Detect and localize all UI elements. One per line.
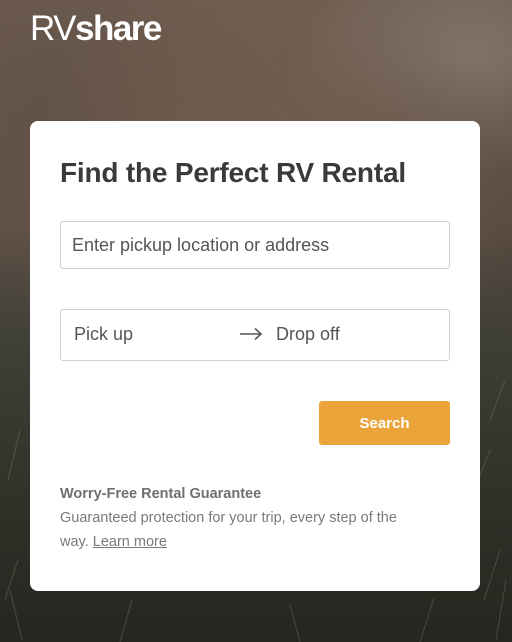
logo-rv: RV bbox=[30, 9, 77, 48]
date-range-field[interactable]: Pick up Drop off bbox=[60, 309, 450, 361]
card-title: Find the Perfect RV Rental bbox=[60, 157, 406, 188]
location-input[interactable] bbox=[60, 221, 450, 269]
dropoff-date-field[interactable]: Drop off bbox=[276, 324, 340, 345]
search-card: Find the Perfect RV Rental Pick up Drop … bbox=[30, 121, 480, 591]
pickup-date-field[interactable]: Pick up bbox=[74, 324, 133, 345]
rvshare-logo[interactable]: RVshare bbox=[30, 8, 162, 50]
search-button[interactable]: Search bbox=[319, 401, 450, 445]
guarantee-section: Worry-Free Rental Guarantee Guaranteed p… bbox=[60, 482, 420, 554]
arrow-right-icon bbox=[239, 327, 263, 346]
learn-more-link[interactable]: Learn more bbox=[93, 534, 167, 550]
logo-share: share bbox=[75, 9, 162, 48]
guarantee-text-block: Guaranteed protection for your trip, eve… bbox=[60, 506, 420, 554]
guarantee-title: Worry-Free Rental Guarantee bbox=[60, 486, 262, 502]
